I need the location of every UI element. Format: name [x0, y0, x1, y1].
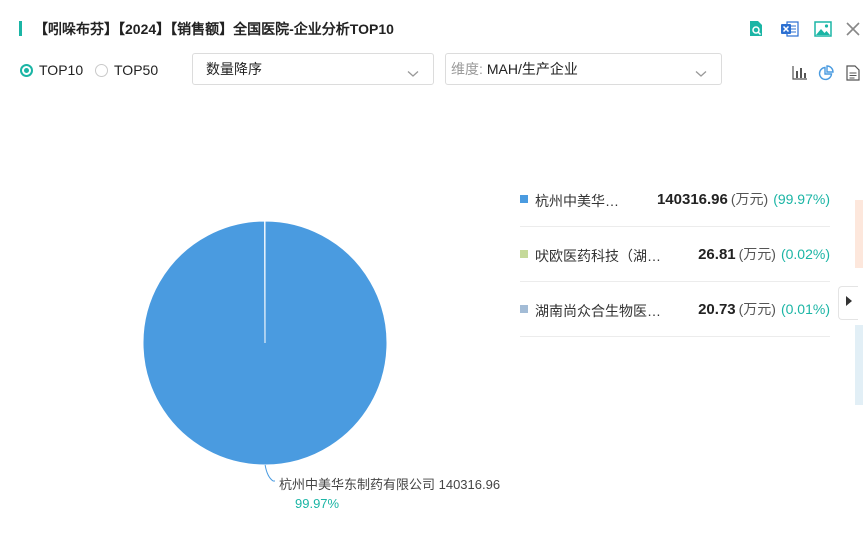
legend-swatch	[520, 195, 528, 203]
document-icon[interactable]	[844, 64, 862, 82]
sort-select-value: 数量降序	[206, 61, 262, 77]
radio-top10-label: TOP10	[39, 62, 84, 78]
bar-chart-icon[interactable]	[791, 64, 809, 82]
legend-next-page-button[interactable]	[838, 286, 858, 320]
legend-item[interactable]: 吠欧医药科技（湖… 26.81 (万元) (0.02%)	[520, 227, 830, 282]
chart-title: 【吲哚布芬】【2024】【销售额】全国医院-企业分析TOP10	[34, 21, 394, 37]
edge-panel-tab	[855, 200, 863, 268]
callout-leader-line	[264, 464, 275, 482]
chevron-down-icon	[407, 65, 419, 81]
controls-bar: TOP10 TOP50 数量降序 维度: MAH/生产企业	[0, 52, 863, 92]
chart-legend: 杭州中美华… 140316.96 (万元) (99.97%) 吠欧医药科技（湖… 2…	[520, 172, 830, 337]
callout-percent: 99.97%	[295, 496, 340, 511]
radio-top50-indicator	[95, 63, 108, 77]
dimension-select[interactable]: 维度: MAH/生产企业	[445, 53, 722, 85]
dimension-select-prefix: 维度:	[451, 61, 483, 77]
legend-unit: (万元)	[730, 191, 769, 207]
edge-panel-tab	[855, 325, 863, 405]
radio-top50[interactable]: TOP50	[95, 62, 158, 78]
legend-label: 湖南尚众合生物医…	[535, 303, 661, 319]
chevron-down-icon	[695, 65, 707, 81]
legend-values: 140316.96 (万元) (99.97%)	[657, 189, 830, 209]
legend-swatch	[520, 305, 528, 313]
legend-item[interactable]: 杭州中美华… 140316.96 (万元) (99.97%)	[520, 172, 830, 227]
legend-unit: (万元)	[738, 301, 776, 317]
legend-swatch	[520, 250, 528, 258]
image-icon[interactable]	[812, 18, 834, 40]
close-icon[interactable]	[842, 18, 863, 40]
legend-label: 吠欧医药科技（湖…	[535, 248, 661, 264]
excel-icon[interactable]	[779, 18, 801, 40]
legend-unit: (万元)	[738, 246, 776, 262]
legend-label: 杭州中美华…	[535, 193, 619, 209]
radio-top50-label: TOP50	[114, 62, 159, 78]
pie-chart-icon[interactable]	[817, 64, 835, 82]
legend-percent: (99.97%)	[773, 191, 830, 207]
radio-top10-indicator	[20, 63, 33, 77]
legend-percent: (0.02%)	[780, 246, 830, 262]
sort-select[interactable]: 数量降序	[192, 53, 434, 85]
caret-right-icon	[845, 294, 853, 312]
legend-value: 140316.96	[656, 191, 728, 208]
pie-chart: 杭州中美华东制药有限公司 140316.96 99.97%	[142, 220, 500, 511]
search-doc-icon[interactable]	[745, 18, 767, 40]
chart-header: 【吲哚布芬】【2024】【销售额】全国医院-企业分析TOP10	[0, 0, 863, 52]
legend-value: 20.73	[698, 301, 736, 318]
dimension-select-value: MAH/生产企业	[486, 61, 578, 77]
legend-values: 26.81 (万元) (0.02%)	[698, 244, 830, 264]
title-accent-bar	[19, 21, 22, 36]
legend-values: 20.73 (万元) (0.01%)	[698, 299, 830, 319]
radio-top10[interactable]: TOP10	[20, 62, 83, 78]
legend-item[interactable]: 湖南尚众合生物医… 20.73 (万元) (0.01%)	[520, 282, 830, 337]
legend-value: 26.81	[698, 246, 736, 263]
callout-label: 杭州中美华东制药有限公司 140316.96	[279, 477, 500, 492]
legend-percent: (0.01%)	[780, 301, 830, 317]
